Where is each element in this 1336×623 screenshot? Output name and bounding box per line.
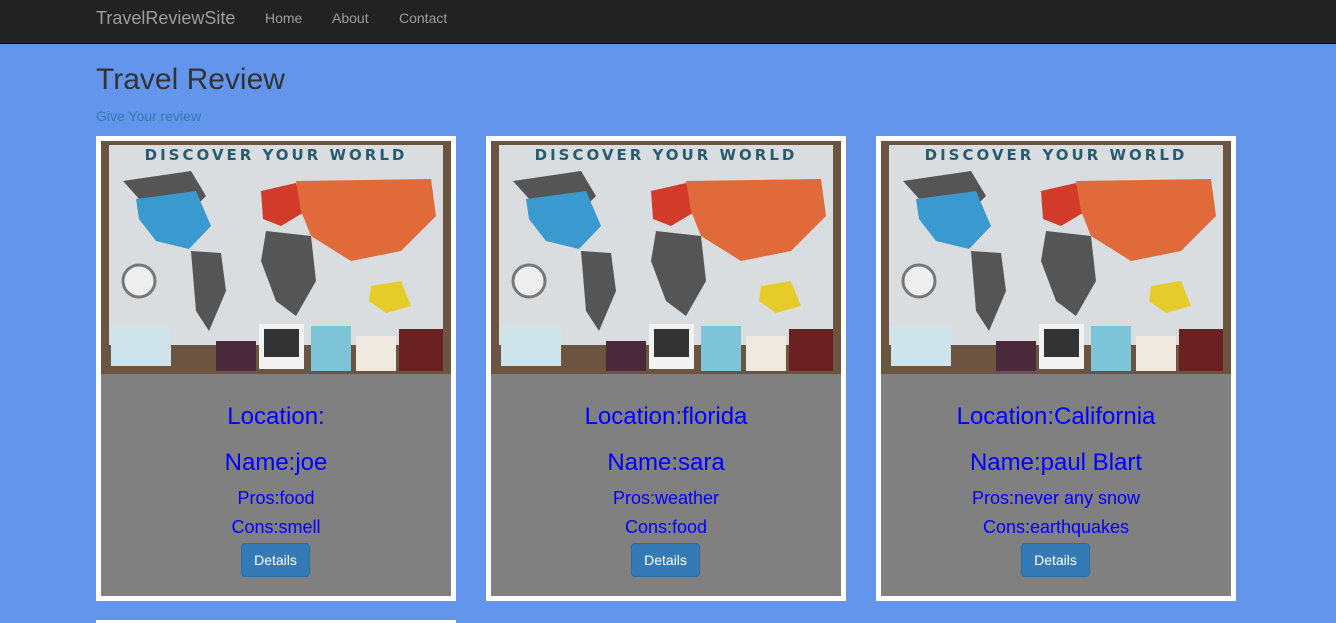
nav-link-home[interactable]: Home [265,11,302,25]
svg-text:DISCOVER YOUR WORLD: DISCOVER YOUR WORLD [925,146,1188,164]
details-button[interactable]: Details [241,543,310,577]
card-name: Name:paul Blart [969,449,1143,476]
review-card-body: DISCOVER YOUR WORLD Location:California … [881,141,1231,596]
navbar: TravelReviewSite Home About Contact [0,0,1336,44]
world-map-image: DISCOVER YOUR WORLD [101,141,451,374]
svg-text:DISCOVER YOUR WORLD: DISCOVER YOUR WORLD [535,146,798,164]
world-map-image: DISCOVER YOUR WORLD [491,141,841,374]
card-pros: Pros:food [237,488,315,508]
world-map-image: DISCOVER YOUR WORLD [881,141,1231,374]
card-pros: Pros:never any snow [971,488,1141,508]
svg-text:DISCOVER YOUR WORLD: DISCOVER YOUR WORLD [145,146,408,164]
page-subtitle: Give Your review [96,108,202,124]
card-cons: Cons:earthquakes [982,517,1130,537]
details-button[interactable]: Details [1021,543,1090,577]
review-card: DISCOVER YOUR WORLD Location:florida Nam… [486,136,846,601]
card-location: Location:California [956,403,1156,430]
card-cons: Cons:food [624,517,708,537]
nav-link-contact[interactable]: Contact [399,11,447,25]
review-card-body: DISCOVER YOUR WORLD Location:florida Nam… [491,141,841,596]
details-button[interactable]: Details [631,543,700,577]
review-card: DISCOVER YOUR WORLD Location: Name:joe P… [96,136,456,601]
page-title: Travel Review [96,63,285,96]
nav-link-about[interactable]: About [332,11,369,25]
card-location: Location: [227,403,325,430]
navbar-brand[interactable]: TravelReviewSite [96,9,235,27]
review-card: DISCOVER YOUR WORLD Location:California … [876,136,1236,601]
card-cons: Cons:smell [231,517,321,537]
card-name: Name:joe [224,449,328,476]
review-card-body: DISCOVER YOUR WORLD Location: Name:joe P… [101,141,451,596]
card-location: Location:florida [584,403,748,430]
card-name: Name:sara [607,449,725,476]
card-pros: Pros:weather [612,488,720,508]
